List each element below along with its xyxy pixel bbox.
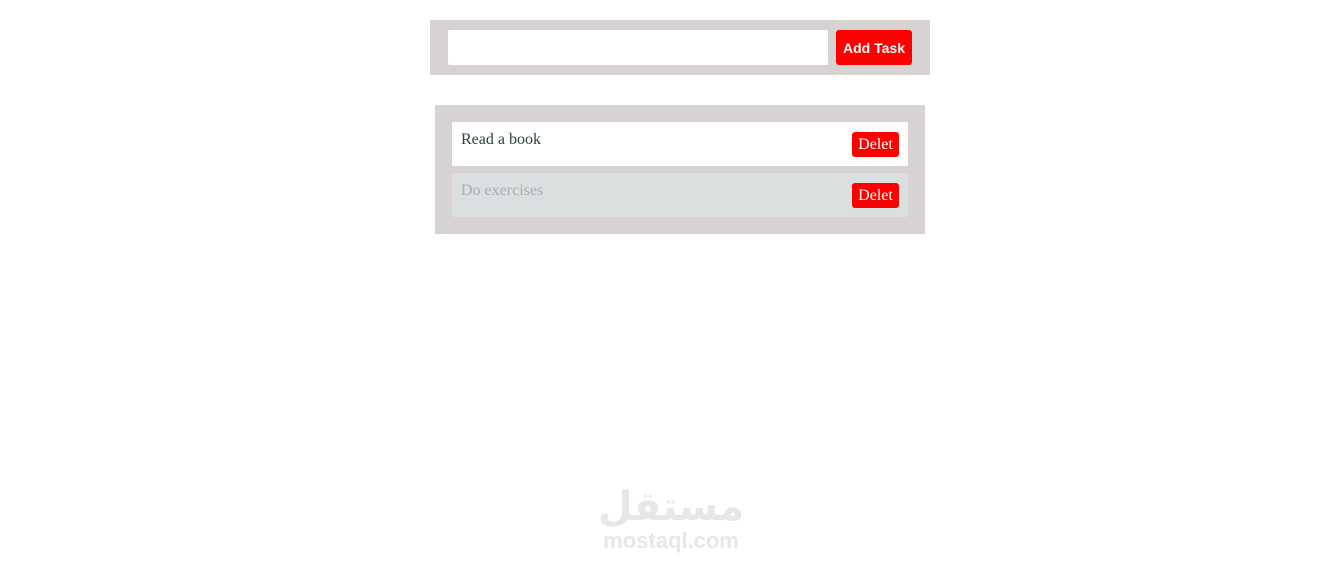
task-item-read-a-book[interactable]: Read a book Delet	[452, 122, 908, 166]
task-text: Read a book	[461, 131, 541, 148]
add-task-form: Add Task	[430, 20, 930, 75]
task-list: Read a book Delet Do exercises Delet	[435, 105, 925, 234]
todo-page: Add Task Read a book Delet Do exercises …	[0, 0, 1343, 568]
task-input[interactable]	[448, 30, 828, 65]
watermark-latin-text: mostaql.com	[603, 528, 739, 553]
add-task-button[interactable]: Add Task	[836, 30, 912, 65]
task-item-do-exercises[interactable]: Do exercises Delet	[452, 173, 908, 217]
task-text: Do exercises	[461, 182, 544, 199]
watermark-arabic-text: مستقل	[597, 484, 745, 530]
mostaql-watermark-logo: مستقل mostaql.com	[596, 484, 746, 559]
delete-task-button[interactable]: Delet	[852, 183, 899, 208]
delete-task-button[interactable]: Delet	[852, 132, 899, 157]
